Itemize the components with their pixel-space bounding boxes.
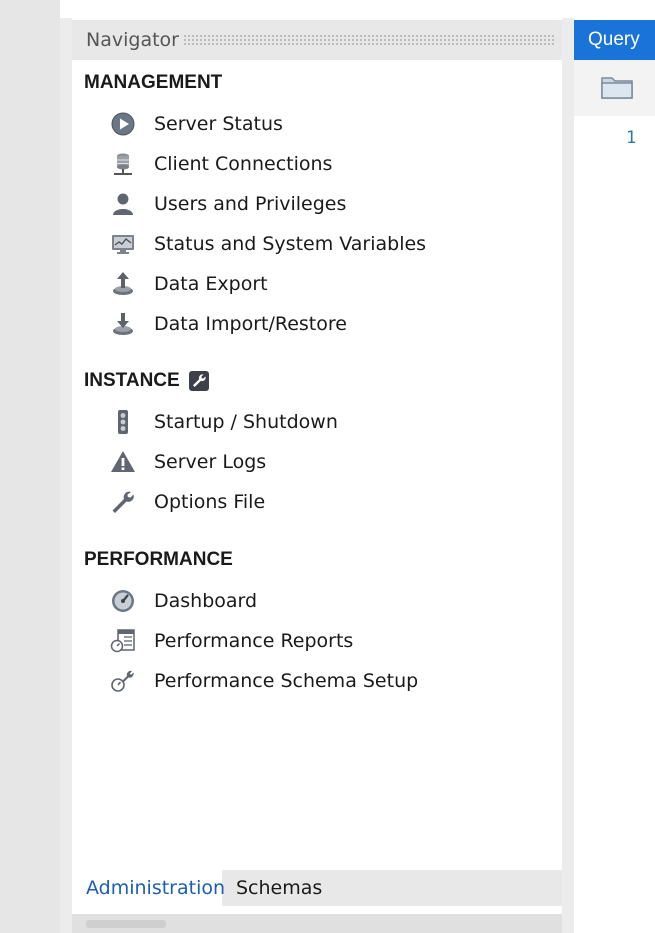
- warning-icon: [108, 447, 138, 477]
- database-connection-icon: [108, 149, 138, 179]
- nav-item-status-system-variables[interactable]: Status and System Variables: [108, 229, 426, 259]
- navigator-header: Navigator: [72, 20, 562, 60]
- window-top-frame: [60, 0, 655, 18]
- folder-icon[interactable]: [600, 72, 634, 102]
- export-icon: [108, 269, 138, 299]
- reports-icon: [108, 626, 138, 656]
- import-icon: [108, 309, 138, 339]
- editor-toolbar: [574, 60, 655, 116]
- navigator-gutter: [60, 18, 72, 933]
- nav-item-label: Dashboard: [154, 590, 258, 612]
- section-management: MANAGEMENT: [84, 68, 222, 98]
- gauge-icon: [108, 586, 138, 616]
- user-icon: [108, 189, 138, 219]
- nav-item-performance-reports[interactable]: Performance Reports: [108, 626, 353, 656]
- nav-item-label: Status and System Variables: [154, 233, 427, 255]
- panel-splitter[interactable]: [562, 18, 574, 933]
- schema-setup-icon: [108, 666, 138, 696]
- information-panel-header: [72, 914, 562, 933]
- nav-item-label: Performance Schema Setup: [154, 670, 419, 692]
- nav-item-label: Server Logs: [154, 451, 267, 473]
- nav-item-data-import-restore[interactable]: Data Import/Restore: [108, 309, 347, 339]
- nav-item-server-status[interactable]: Server Status: [108, 109, 283, 139]
- section-management-label: MANAGEMENT: [84, 72, 223, 93]
- nav-item-label: Data Import/Restore: [154, 313, 347, 335]
- navigator-title: Navigator: [86, 29, 179, 51]
- navigator-panel: Navigator MANAGEMENT Server Status Clien…: [72, 20, 562, 933]
- line-number: 1: [626, 128, 637, 148]
- nav-item-label: Client Connections: [154, 153, 333, 175]
- navigator-drag-grip[interactable]: [182, 34, 554, 46]
- monitor-icon: [108, 229, 138, 259]
- play-circle-icon: [108, 109, 138, 139]
- section-performance-label: PERFORMANCE: [84, 549, 233, 570]
- nav-item-users-and-privileges[interactable]: Users and Privileges: [108, 189, 346, 219]
- section-performance: PERFORMANCE: [84, 545, 233, 575]
- nav-item-options-file[interactable]: Options File: [108, 487, 265, 517]
- tab-schemas[interactable]: Schemas: [222, 870, 336, 906]
- nav-item-label: Startup / Shutdown: [154, 411, 338, 433]
- nav-item-label: Users and Privileges: [154, 193, 347, 215]
- traffic-light-icon: [108, 407, 138, 437]
- section-instance-label: INSTANCE: [84, 370, 180, 391]
- nav-item-label: Performance Reports: [154, 630, 354, 652]
- nav-item-startup-shutdown[interactable]: Startup / Shutdown: [108, 407, 338, 437]
- nav-item-performance-schema-setup[interactable]: Performance Schema Setup: [108, 666, 418, 696]
- nav-item-server-logs[interactable]: Server Logs: [108, 447, 266, 477]
- nav-item-data-export[interactable]: Data Export: [108, 269, 268, 299]
- tab-administration[interactable]: Administration: [72, 870, 225, 906]
- nav-item-dashboard[interactable]: Dashboard: [108, 586, 257, 616]
- nav-item-client-connections[interactable]: Client Connections: [108, 149, 332, 179]
- section-instance: INSTANCE: [84, 366, 210, 396]
- information-panel-title-cutoff: [86, 920, 166, 928]
- nav-item-label: Data Export: [154, 273, 268, 295]
- wrench-icon: [108, 487, 138, 517]
- query-editor: Query 1: [574, 20, 655, 933]
- navigator-tabs: Administration Schemas: [72, 870, 562, 906]
- window-left-frame: [0, 0, 60, 933]
- nav-item-label: Options File: [154, 491, 266, 513]
- wrench-badge-icon[interactable]: [188, 370, 210, 392]
- nav-item-label: Server Status: [154, 113, 283, 135]
- tab-query[interactable]: Query: [574, 20, 655, 60]
